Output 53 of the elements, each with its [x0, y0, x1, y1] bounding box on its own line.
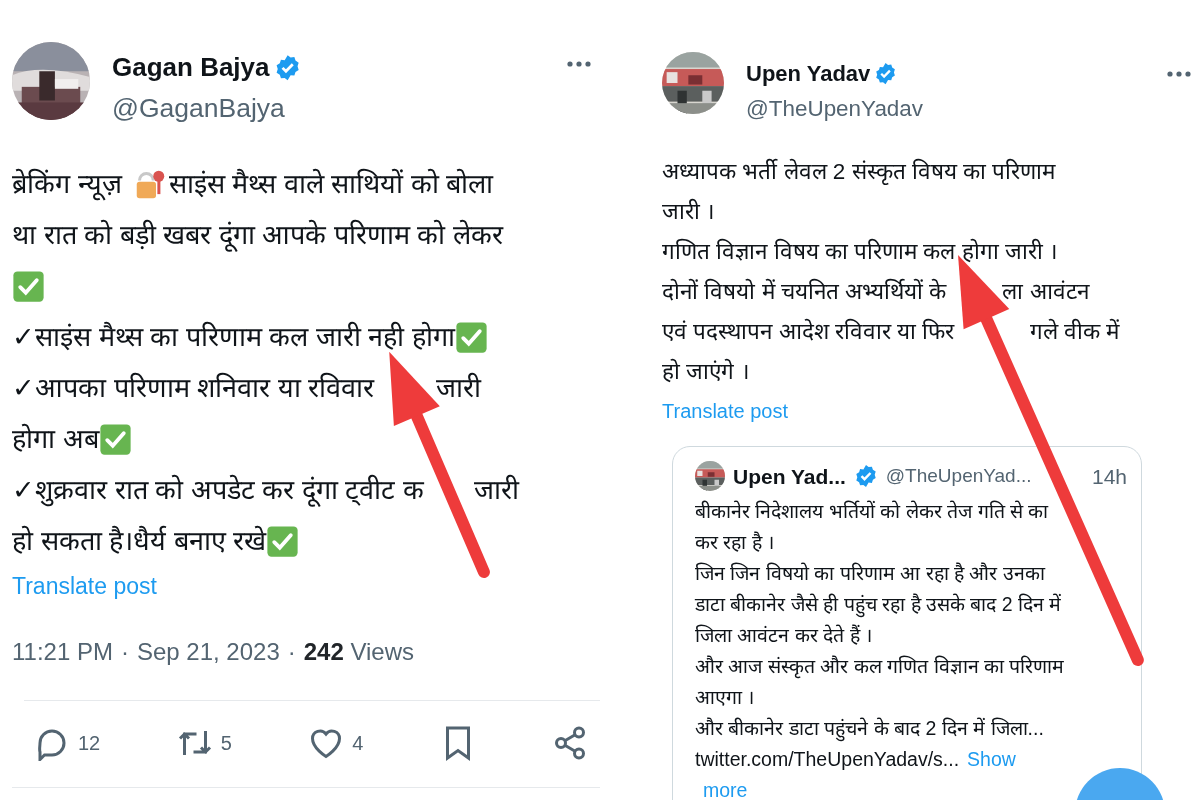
post-text: आएगा । [695, 685, 755, 710]
more-options-icon[interactable] [1166, 70, 1192, 78]
author-name: Upen Yad... [733, 463, 846, 490]
post-text: हो जाएंगे । [662, 357, 750, 386]
post-text: जिला आवंटन कर देते हैं । [695, 623, 873, 648]
translate-link[interactable]: Translate post [662, 399, 788, 422]
post-text: और आज संस्कृत और कल गणित विज्ञान का परिणाम [695, 654, 1065, 681]
post-text: गले वीक में [1029, 317, 1120, 346]
post-text: ✓साइंस मैथ्स का परिणाम कल जारी नही होगा [12, 320, 455, 355]
author-name: Upen Yadav [746, 59, 871, 88]
post-text: ब्रेकिंग न्यूज़ [12, 167, 122, 203]
post-text: एवं पदस्थापन आदेश रविवार या फिर [662, 317, 955, 346]
post-text: कर रहा है । [695, 530, 775, 555]
action-count: 4 [352, 730, 364, 756]
share-icon[interactable] [552, 724, 588, 761]
post-date: Sep 21, 2023 [136, 636, 280, 667]
translate-link[interactable]: Translate post [12, 573, 157, 599]
post-time: 14h [1091, 463, 1127, 490]
post-text: जारी । [662, 197, 716, 226]
separator-dot: · [120, 636, 129, 667]
view-count: 242 Views [303, 636, 415, 667]
author-handle: @GaganBajya [112, 92, 285, 126]
post-time: 11:21 PM [12, 636, 113, 667]
post-text: और बीकानेर डाटा पहुंचने के बाद 2 दिन में जिला... [695, 714, 1044, 744]
post-text: हो सकता है।धैर्य बनाए रखे [12, 524, 266, 559]
action-count: 12 [78, 730, 101, 756]
post-text: ला आवंटन [1002, 277, 1089, 306]
show-more-link[interactable]: more [703, 776, 748, 800]
post-text: था रात को बड़ी खबर दूंगा आपके परिणाम को लेकर [12, 218, 503, 254]
post-text: जारी [436, 371, 481, 406]
show-more-link[interactable]: Show [967, 745, 1016, 775]
post-text: जिन जिन विषयो का परिणाम आ रहा है और उनका [695, 561, 1045, 586]
post-text: होगा अब [12, 422, 99, 457]
separator-dot: · [287, 636, 296, 667]
post-text: साइंस मैथ्स वाले साथियों को बोला [168, 167, 494, 202]
post-text: ✓शुक्रवार रात को अपडेट कर दूंगा ट्वीट क [12, 473, 424, 509]
post-text: बीकानेर निदेशालय भर्तियों को लेकर तेज गति से का [695, 499, 1049, 524]
post-text: जारी [474, 473, 520, 508]
check-mark-emoji-icon [12, 270, 45, 303]
post-text: दोनों विषयो में चयनित अभ्यर्थियों के [662, 277, 947, 306]
check-mark-emoji-icon [266, 525, 299, 558]
check-mark-emoji-icon [98, 423, 132, 456]
post-text: डाटा बीकानेर जैसे ही पहुंच रहा है उसके बाद 2 दिन में [695, 590, 1062, 620]
post-text: ✓आपका परिणाम शनिवार या रविवार [12, 371, 374, 406]
post-text: अध्यापक भर्ती लेवल 2 संस्कृत विषय का परिणाम [662, 157, 1056, 187]
author-name: Gagan Bajya [112, 51, 270, 85]
check-mark-emoji-icon [454, 321, 488, 354]
post-link[interactable]: twitter.com/TheUpenYadav/s... [695, 745, 960, 775]
more-options-icon[interactable] [566, 60, 592, 68]
author-handle: @TheUpenYadav [746, 94, 924, 123]
author-handle: @TheUpenYad... [885, 464, 1032, 489]
action-count: 5 [220, 730, 232, 756]
post-text: गणित विज्ञान विषय का परिणाम कल होगा जारी । [662, 237, 1058, 266]
